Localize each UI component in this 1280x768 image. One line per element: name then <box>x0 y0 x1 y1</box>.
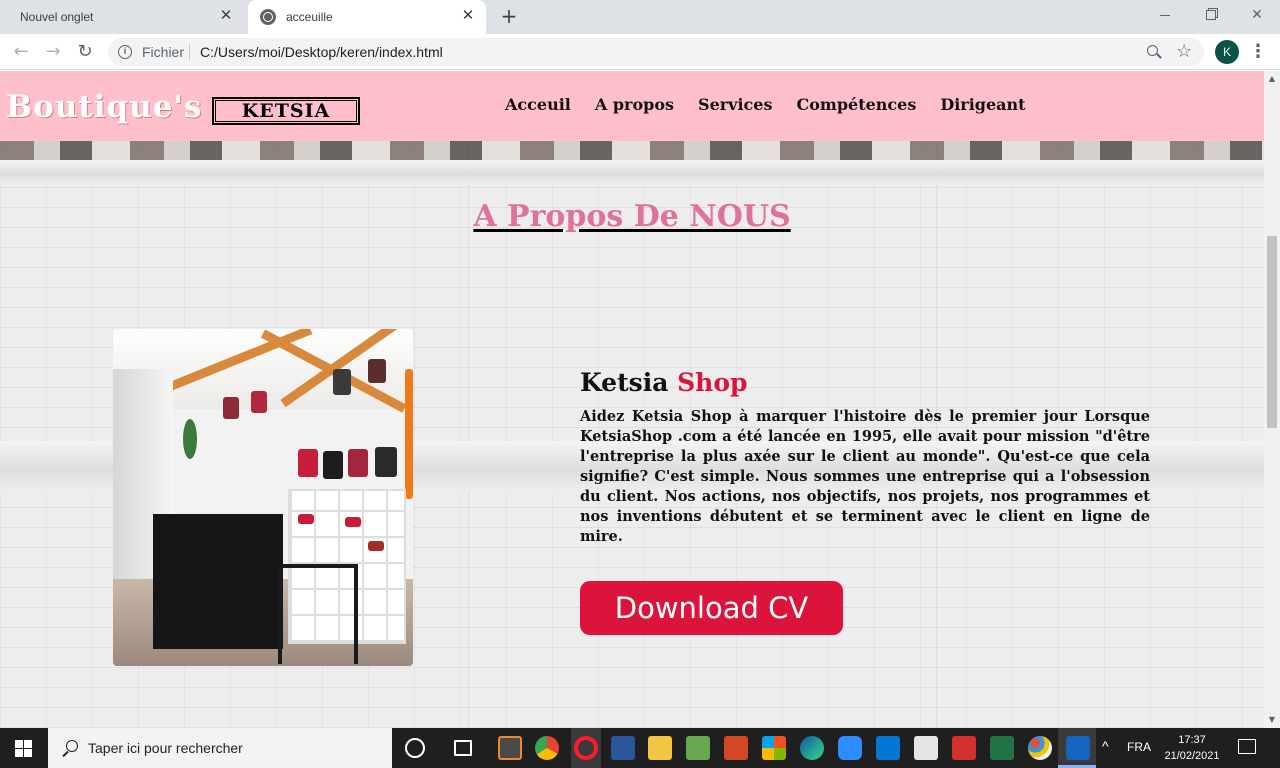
close-icon[interactable]: ✕ <box>460 8 476 24</box>
store-tiles-icon[interactable] <box>762 736 786 760</box>
notepad-icon[interactable] <box>686 736 710 760</box>
photo-bag <box>251 391 267 413</box>
tab-title: Nouvel onglet <box>20 10 94 24</box>
download-cv-button[interactable]: Download CV <box>580 581 843 635</box>
minimize-button[interactable] <box>1150 4 1180 26</box>
avatar[interactable]: K <box>1215 40 1239 64</box>
mail-icon[interactable] <box>876 736 900 760</box>
chrome-icon[interactable] <box>535 736 559 760</box>
globe-icon <box>260 9 276 25</box>
photo-bag <box>348 449 368 477</box>
shop-heading-accent: Shop <box>677 368 748 397</box>
excel-icon[interactable] <box>990 736 1014 760</box>
photo-bag <box>375 447 397 477</box>
nav-menu: Acceuil A propos Services Compétences Di… <box>505 95 1026 114</box>
about-paragraph: Aidez Ketsia Shop à marquer l'histoire d… <box>580 408 1150 545</box>
shop-photo <box>113 329 413 666</box>
url-text[interactable]: C:/Users/moi/Desktop/keren/index.html <box>200 44 443 60</box>
menu-icon[interactable]: ⋮ <box>1247 41 1269 63</box>
notification-icon[interactable] <box>1238 739 1256 754</box>
powerpoint-icon[interactable] <box>724 736 748 760</box>
pdf-icon[interactable] <box>952 736 976 760</box>
restore-button[interactable] <box>1196 4 1226 26</box>
new-tab-button[interactable]: + <box>498 6 520 28</box>
photo-item <box>298 514 314 524</box>
section-title-text: A Propos De NOUS <box>473 199 791 234</box>
sublime-text-icon[interactable] <box>498 736 522 760</box>
photo-bag <box>323 451 343 479</box>
taskbar: Taper ici pour rechercher ^ FRA 17:37 21… <box>0 728 1280 768</box>
shelf-decoration <box>0 160 1264 185</box>
shop-heading: Ketsia Shop <box>580 368 748 397</box>
photo-bag <box>223 397 239 419</box>
scroll-down-arrow-icon[interactable]: ▼ <box>1264 712 1280 728</box>
photo-bag <box>368 359 386 383</box>
tray-chevron-icon[interactable]: ^ <box>1102 738 1109 754</box>
photo-table <box>278 564 358 664</box>
scheme-label: Fichier <box>142 44 185 60</box>
photo-bag <box>298 449 318 477</box>
photo-plant <box>183 419 197 459</box>
page-viewport: Boutique's KETSIA Acceuil A propos Servi… <box>0 71 1264 728</box>
nav-link-services[interactable]: Services <box>698 95 772 114</box>
nav-link-competences[interactable]: Compétences <box>796 95 916 114</box>
task-view-icon[interactable] <box>454 740 472 756</box>
photo-item <box>368 541 384 551</box>
opera-icon[interactable] <box>574 736 598 760</box>
file-explorer-icon[interactable] <box>648 736 672 760</box>
search-placeholder: Taper ici pour rechercher <box>88 740 243 756</box>
paint-icon[interactable] <box>1028 736 1052 760</box>
close-icon[interactable]: ✕ <box>218 8 234 24</box>
clock-date: 21/02/2021 <box>1164 750 1220 762</box>
scroll-up-arrow-icon[interactable]: ▲ <box>1264 71 1280 87</box>
clock-time: 17:37 <box>1178 734 1206 746</box>
window-close-button[interactable]: ✕ <box>1242 4 1272 26</box>
info-icon[interactable]: i <box>118 45 132 59</box>
hero-image-strip <box>0 141 1264 160</box>
brand-badge: KETSIA <box>212 97 360 125</box>
shop-heading-main: Ketsia <box>580 368 669 397</box>
photo-bag <box>333 369 351 395</box>
brand-logo[interactable]: Boutique's <box>6 89 202 125</box>
browser-toolbar: ← → ↻ i Fichier C:/Users/moi/Desktop/ker… <box>0 34 1280 70</box>
divider <box>189 44 190 60</box>
tab-acceuille[interactable]: acceuille ✕ <box>248 0 486 34</box>
cortana-icon[interactable] <box>405 738 425 758</box>
address-bar[interactable]: i Fichier C:/Users/moi/Desktop/keren/ind… <box>108 38 1204 66</box>
search-icon <box>62 740 78 756</box>
forward-arrow-icon[interactable]: → <box>42 41 64 63</box>
reload-icon[interactable]: ↻ <box>74 41 96 63</box>
nav-link-a-propos[interactable]: A propos <box>595 95 674 114</box>
tab-title: acceuille <box>286 10 333 24</box>
nav-link-dirigeant[interactable]: Dirigeant <box>940 95 1025 114</box>
zoom-app-icon[interactable] <box>838 736 862 760</box>
tab-nouvel-onglet[interactable]: Nouvel onglet ✕ <box>8 0 244 34</box>
taskbar-search[interactable]: Taper ici pour rechercher <box>48 728 392 768</box>
site-navbar: Boutique's KETSIA Acceuil A propos Servi… <box>0 71 1264 141</box>
language-indicator[interactable]: FRA <box>1127 740 1151 754</box>
section-title: A Propos De NOUS <box>0 199 1264 234</box>
tab-strip: Nouvel onglet ✕ acceuille ✕ + ✕ <box>0 0 1280 34</box>
page-scrollbar[interactable]: ▲ ▼ <box>1264 71 1280 728</box>
photo-door <box>405 369 413 499</box>
zoom-icon[interactable] <box>1146 44 1162 60</box>
scrollbar-thumb[interactable] <box>1267 236 1277 428</box>
microsoft-store-icon[interactable] <box>914 736 938 760</box>
nav-link-acceuil[interactable]: Acceuil <box>505 95 571 114</box>
start-button[interactable] <box>0 728 48 768</box>
back-arrow-icon[interactable]: ← <box>10 41 32 63</box>
photo-counter <box>153 514 283 649</box>
active-app-icon[interactable] <box>1066 736 1090 760</box>
clock[interactable]: 17:37 21/02/2021 <box>1162 732 1222 764</box>
star-icon[interactable]: ☆ <box>1176 41 1192 62</box>
edge-icon[interactable] <box>800 736 824 760</box>
windows-logo-icon <box>15 740 32 757</box>
photo-item <box>345 517 361 527</box>
word-icon[interactable] <box>611 736 635 760</box>
